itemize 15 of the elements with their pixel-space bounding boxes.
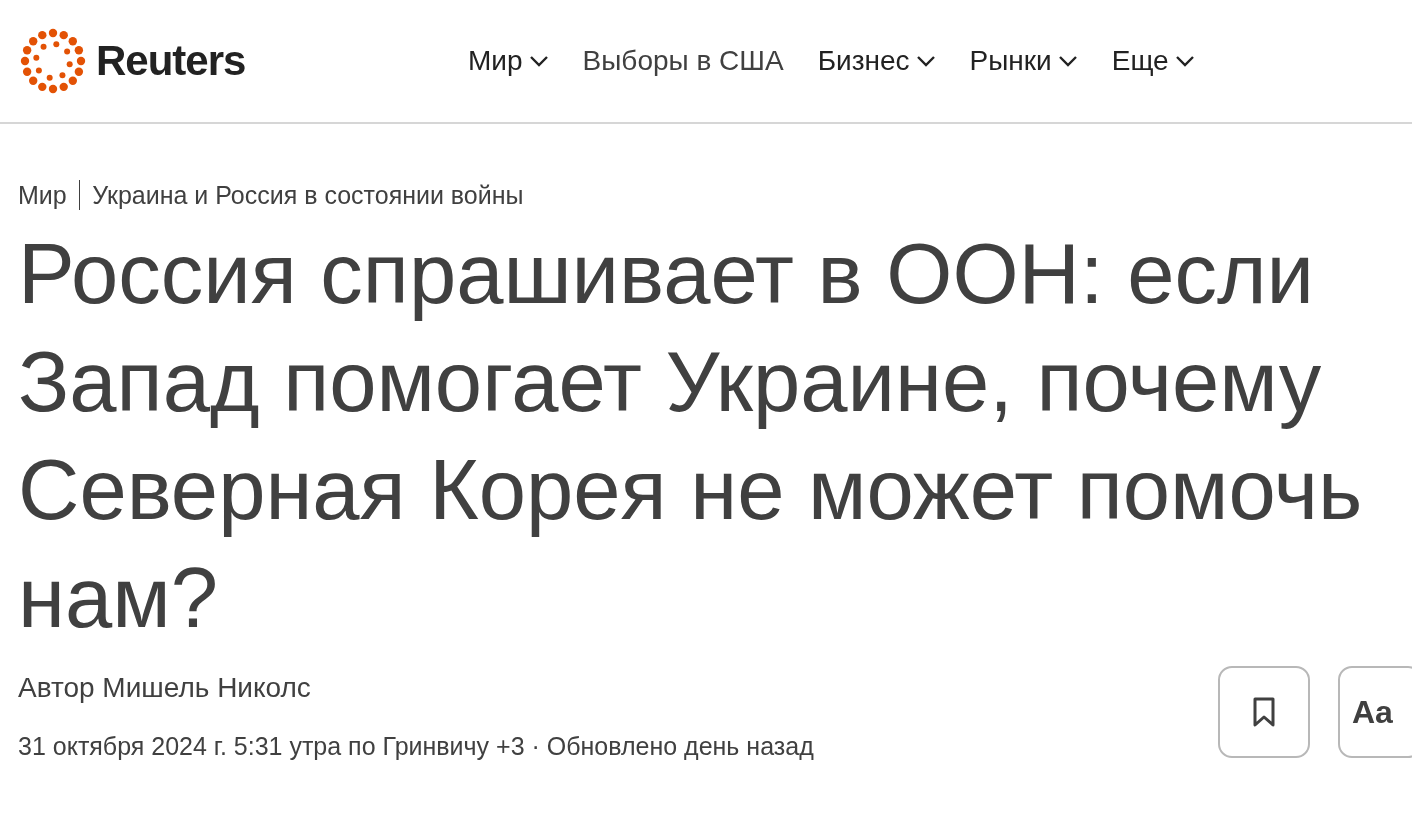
nav-link[interactable]: Выборы в США bbox=[582, 45, 784, 77]
bookmark-button[interactable] bbox=[1218, 666, 1310, 758]
nav-link[interactable]: Мир bbox=[468, 45, 549, 77]
text-size-button[interactable]: Aa bbox=[1338, 666, 1412, 758]
article-headline: Россия спрашивает в ООН: если Запад помогает Украине, почему Северная Корея не может помочь нам? bbox=[18, 225, 1364, 647]
logo-icon bbox=[18, 26, 88, 96]
breadcrumb-link[interactable]: Мир bbox=[18, 180, 67, 210]
nav-link[interactable]: Бизнес bbox=[817, 45, 936, 77]
nav-link[interactable]: Еще bbox=[1111, 45, 1195, 77]
logo-wordmark[interactable]: Reuters bbox=[96, 37, 246, 85]
nav-link[interactable]: Рынки bbox=[969, 45, 1078, 77]
bookmark-icon bbox=[1251, 696, 1277, 728]
breadcrumb-link[interactable]: Украина и Россия в состоянии войны bbox=[92, 180, 524, 210]
publish-date: 31 октября 2024 г. 5:31 утра по Гринвичу +3 · Обновлено день назад bbox=[18, 732, 814, 761]
author-byline: Автор Мишель Николс bbox=[18, 672, 312, 704]
